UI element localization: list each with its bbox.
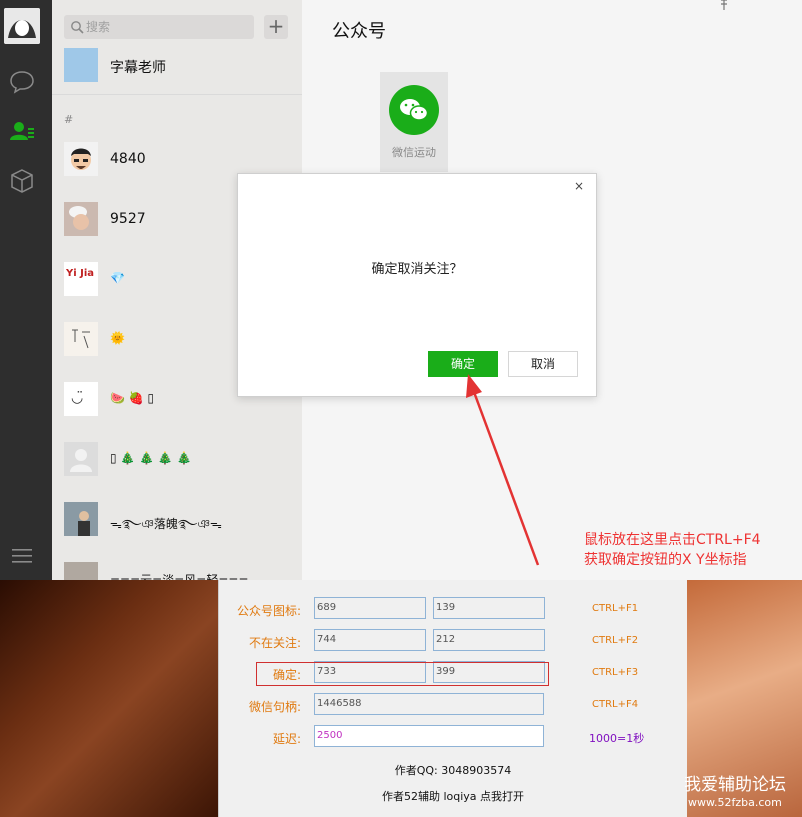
divider xyxy=(52,94,302,95)
avatar xyxy=(64,442,98,476)
close-icon[interactable]: × xyxy=(574,179,584,193)
contact-name: ▯ 🎄 🎄 🎄 🎄 xyxy=(110,451,192,465)
chat-icon[interactable] xyxy=(9,68,35,94)
y-field[interactable]: 139 xyxy=(433,597,545,619)
list-item[interactable]: ▯ 🎄 🎄 🎄 🎄 xyxy=(52,430,302,490)
my-avatar[interactable] xyxy=(4,8,40,44)
search-icon xyxy=(71,21,84,34)
handle-label: 微信句柄: xyxy=(248,700,301,714)
hotkey-label: CTRL+F3 xyxy=(592,667,639,678)
annotation-arrow xyxy=(466,374,540,566)
hotkey-label: CTRL+F2 xyxy=(592,635,639,646)
avatar: Yi Jia xyxy=(64,262,98,296)
highlight-box xyxy=(256,662,549,686)
search-placeholder: 搜索 xyxy=(86,20,111,34)
delay-field[interactable]: 2500 xyxy=(314,725,544,747)
avatar xyxy=(64,48,98,82)
favorites-cube-icon[interactable] xyxy=(9,168,35,194)
annotation-line-2: 获取确定按钮的X Y坐标指 xyxy=(584,552,747,568)
watermark-title: 我爱辅助论坛 xyxy=(684,775,786,795)
official-account-tile[interactable]: 微信运动 xyxy=(380,72,448,172)
author-qq: 作者QQ: 3048903574 xyxy=(394,764,512,777)
contact-name: ᯓ࿐ঞ落魄࿐ঞᯓ xyxy=(110,517,222,531)
delay-label: 延迟: xyxy=(272,732,301,746)
helper-tool-window: 公众号图标: 689 139 CTRL+F1 不在关注: 744 212 CTR… xyxy=(218,580,687,817)
contact-name: ===云=淡=风=轻=== xyxy=(110,573,249,580)
hotkey-label: CTRL+F1 xyxy=(592,603,639,614)
row-label: 公众号图标: xyxy=(236,604,301,618)
y-field[interactable]: 212 xyxy=(433,629,545,651)
avatar xyxy=(64,502,98,536)
annotation-line-1: 鼠标放在这里点击CTRL+F4 xyxy=(584,532,761,548)
window-control-icon[interactable] xyxy=(772,0,782,10)
pin-icon[interactable] xyxy=(718,0,730,13)
menu-icon[interactable] xyxy=(9,543,35,569)
handle-field[interactable]: 1446588 xyxy=(314,693,544,715)
avatar xyxy=(64,322,98,356)
row-label: 不在关注: xyxy=(248,636,301,650)
avatar: ◡̈ xyxy=(64,382,98,416)
list-item[interactable]: 字幕老师 xyxy=(52,36,302,96)
x-field[interactable]: 744 xyxy=(314,629,426,651)
avatar xyxy=(64,142,98,176)
contact-name: 字幕老师 xyxy=(110,60,166,76)
dialog-message: 确定取消关注？ xyxy=(371,262,463,277)
delay-note: 1000=1秒 xyxy=(589,732,645,745)
desktop-wallpaper xyxy=(0,580,218,817)
hotkey-label: CTRL+F4 xyxy=(592,699,639,710)
x-field[interactable]: 689 xyxy=(314,597,426,619)
page-title: 公众号 xyxy=(332,21,386,42)
avatar-text: ◡̈ xyxy=(71,390,84,406)
contact-name: 9527 xyxy=(110,211,146,227)
avatar xyxy=(64,202,98,236)
wechat-sport-icon xyxy=(389,85,439,135)
contacts-icon[interactable] xyxy=(9,118,35,144)
list-item[interactable]: ᯓ࿐ঞ落魄࿐ঞᯓ xyxy=(52,490,302,550)
tile-label: 微信运动 xyxy=(392,146,436,159)
section-header: # xyxy=(64,113,74,126)
annotation-text: 鼠标放在这里点击CTRL+F4 获取确定按钮的X Y坐标指 xyxy=(584,530,761,570)
wechat-window: 搜索 + 字幕老师 # 4840 9527 Yi Jia 💎 🌞 ◡̈ 🍉 🍓 … xyxy=(0,0,802,580)
contact-name: 🍉 🍓 ▯ xyxy=(110,391,155,405)
author-link[interactable]: 作者52辅助 loqiya 点我打开 xyxy=(219,788,687,804)
avatar-text: Yi Jia xyxy=(66,268,95,279)
watermark-url: www.52fzba.com xyxy=(688,796,782,809)
list-item[interactable]: ===云=淡=风=轻=== xyxy=(52,550,302,580)
contact-name: 4840 xyxy=(110,151,146,167)
wechat-nav-bar xyxy=(0,0,52,580)
contact-name: 🌞 xyxy=(110,331,125,345)
contact-name: 💎 xyxy=(110,271,125,285)
unfollow-confirm-dialog: × 确定取消关注？ 确定 取消 xyxy=(237,173,597,397)
avatar xyxy=(64,562,98,580)
